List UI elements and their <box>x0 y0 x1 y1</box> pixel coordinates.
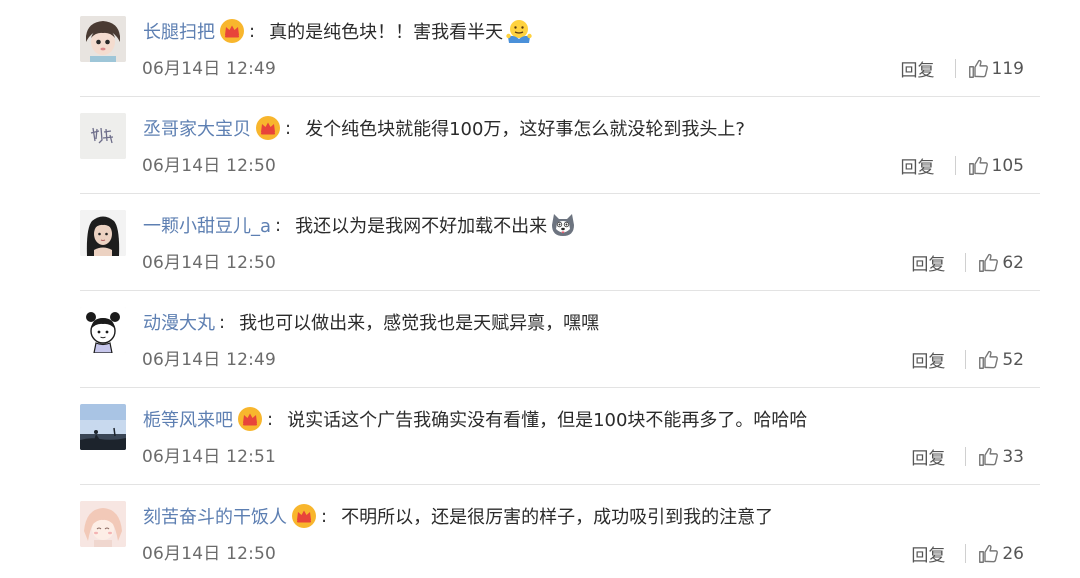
comment-text: 发个纯色块就能得100万，这好事怎么就没轮到我头上? <box>305 119 745 140</box>
comment-timestamp: 06月14日 12:50 <box>142 253 277 273</box>
avatar[interactable] <box>80 404 126 450</box>
like-button[interactable]: 33 <box>978 446 1024 467</box>
comment-header: 一颗小甜豆儿_a : 我还以为是我网不好加载不出来 <box>143 210 577 240</box>
comment-item: 动漫大丸 : 我也可以做出来，感觉我也是天赋异禀，嘿嘿 06月14日 12:49… <box>80 291 1040 388</box>
reply-button[interactable]: 回复 <box>911 250 945 275</box>
reply-button[interactable]: 回复 <box>911 541 945 566</box>
reply-button[interactable]: 回复 <box>911 444 945 469</box>
like-count: 119 <box>991 58 1024 79</box>
colon-separator: : <box>285 117 292 139</box>
action-divider <box>965 447 967 466</box>
vip-crown-icon <box>255 115 281 141</box>
username-link[interactable]: 一颗小甜豆儿_a <box>143 212 271 238</box>
action-divider <box>954 59 956 78</box>
avatar[interactable] <box>80 210 126 256</box>
avatar[interactable] <box>80 307 126 353</box>
username-link[interactable]: 丞哥家大宝贝 <box>143 115 251 141</box>
vip-crown-icon <box>291 503 317 529</box>
comment-text: 说实话这个广告我确实没有看懂，但是100块不能再多了。哈哈哈 <box>287 410 808 431</box>
thumbs-up-icon <box>979 544 999 563</box>
like-count: 33 <box>1002 446 1024 467</box>
thumbs-up-icon <box>979 350 999 369</box>
comment-item: 栀等风来吧 : 说实话这个广告我确实没有看懂，但是100块不能再多了。哈哈哈 0… <box>80 388 1040 485</box>
like-count: 52 <box>1002 349 1024 370</box>
comment-header: 丞哥家大宝贝 : 发个纯色块就能得100万，这好事怎么就没轮到我头上? <box>143 113 745 143</box>
comment-actions: 回复 26 <box>911 541 1024 567</box>
comment-actions: 回复 33 <box>911 444 1024 470</box>
colon-separator: : <box>249 20 256 42</box>
thumbs-up-icon <box>968 156 988 175</box>
vip-crown-icon <box>219 18 245 44</box>
comment-text: 我也可以做出来，感觉我也是天赋异禀，嘿嘿 <box>239 313 600 334</box>
action-divider <box>954 156 956 175</box>
comment-text: 真的是纯色块！！害我看半天 <box>269 22 504 43</box>
reply-button[interactable]: 回复 <box>901 56 935 81</box>
comment-timestamp: 06月14日 12:50 <box>142 544 277 564</box>
comment-actions: 回复 105 <box>901 153 1024 179</box>
colon-separator: : <box>275 214 282 236</box>
like-count: 62 <box>1002 252 1024 273</box>
comment-text: 我还以为是我网不好加载不出来 <box>295 216 548 237</box>
like-button[interactable]: 26 <box>978 543 1024 564</box>
comment-actions: 回复 62 <box>911 250 1024 276</box>
comment-item: 一颗小甜豆儿_a : 我还以为是我网不好加载不出来 06月14日 12:50 回… <box>80 194 1040 291</box>
comment-timestamp: 06月14日 12:49 <box>142 350 277 370</box>
action-divider <box>965 253 967 272</box>
username-link[interactable]: 动漫大丸 <box>143 309 215 335</box>
comment-item: 长腿扫把 : 真的是纯色块！！害我看半天 06月14日 12:49 回复 119 <box>80 0 1040 97</box>
username-link[interactable]: 刻苦奋斗的干饭人 <box>143 503 287 529</box>
comment-header: 栀等风来吧 : 说实话这个广告我确实没有看懂，但是100块不能再多了。哈哈哈 <box>143 404 807 434</box>
husky-emoji-icon <box>549 211 577 239</box>
like-button[interactable]: 105 <box>968 155 1024 176</box>
thumbs-up-icon <box>979 447 999 466</box>
comment-timestamp: 06月14日 12:49 <box>142 59 277 79</box>
colon-separator: : <box>267 408 274 430</box>
colon-separator: : <box>219 311 226 333</box>
comment-header: 刻苦奋斗的干饭人 : 不明所以，还是很厉害的样子，成功吸引到我的注意了 <box>143 501 773 531</box>
comment-header: 动漫大丸 : 我也可以做出来，感觉我也是天赋异禀，嘿嘿 <box>143 307 599 337</box>
reply-button[interactable]: 回复 <box>901 153 935 178</box>
avatar[interactable] <box>80 501 126 547</box>
comment-text: 不明所以，还是很厉害的样子，成功吸引到我的注意了 <box>341 507 774 528</box>
action-divider <box>965 350 967 369</box>
like-count: 26 <box>1002 543 1024 564</box>
username-link[interactable]: 长腿扫把 <box>143 18 215 44</box>
comment-header: 长腿扫把 : 真的是纯色块！！害我看半天 <box>143 16 533 46</box>
colon-separator: : <box>321 505 328 527</box>
comment-timestamp: 06月14日 12:51 <box>142 447 277 467</box>
comment-timestamp: 06月14日 12:50 <box>142 156 277 176</box>
thumbs-up-icon <box>979 253 999 272</box>
like-button[interactable]: 62 <box>978 252 1024 273</box>
avatar[interactable] <box>80 113 126 159</box>
action-divider <box>965 544 967 563</box>
shrug-emoji-icon <box>505 17 533 45</box>
like-count: 105 <box>991 155 1024 176</box>
like-button[interactable]: 119 <box>968 58 1024 79</box>
avatar[interactable] <box>80 16 126 62</box>
comment-actions: 回复 52 <box>911 347 1024 373</box>
username-link[interactable]: 栀等风来吧 <box>143 406 233 432</box>
comment-actions: 回复 119 <box>901 56 1024 82</box>
reply-button[interactable]: 回复 <box>911 347 945 372</box>
like-button[interactable]: 52 <box>978 349 1024 370</box>
vip-crown-icon <box>237 406 263 432</box>
comment-item: 刻苦奋斗的干饭人 : 不明所以，还是很厉害的样子，成功吸引到我的注意了 06月1… <box>80 485 1040 578</box>
comment-item: 丞哥家大宝贝 : 发个纯色块就能得100万，这好事怎么就没轮到我头上? 06月1… <box>80 97 1040 194</box>
thumbs-up-icon <box>968 59 988 78</box>
